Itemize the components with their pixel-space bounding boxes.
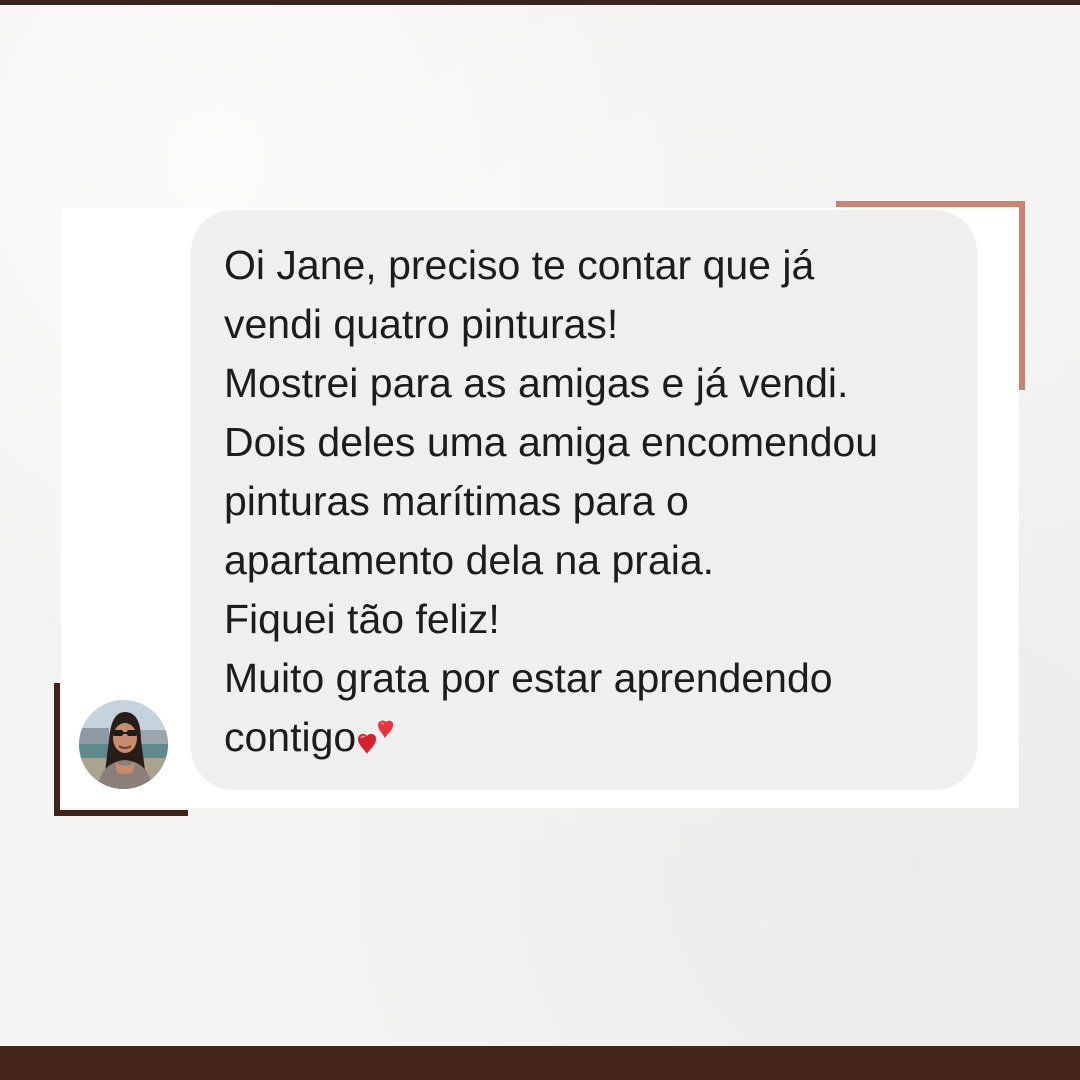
heart-icon — [356, 716, 402, 756]
sender-avatar[interactable] — [79, 700, 168, 789]
message-line-last: contigo — [224, 708, 947, 767]
avatar-photo — [79, 700, 168, 789]
message-line: pinturas marítimas para o — [224, 478, 689, 524]
message-bubble: Oi Jane, preciso te contar que já vendi … — [191, 210, 977, 790]
top-border-bar — [0, 0, 1080, 5]
message-line: Oi Jane, preciso te contar que já — [224, 242, 815, 288]
bottom-border-bar — [0, 1046, 1080, 1080]
message-line: Dois deles uma amiga encomendou — [224, 419, 879, 465]
message-line: Fiquei tão feliz! — [224, 596, 500, 642]
message-line: Mostrei para as amigas e já vendi. — [224, 360, 849, 406]
message-line: vendi quatro pinturas! — [224, 301, 619, 347]
message-line: apartamento dela na praia. — [224, 537, 715, 583]
message-line-text: contigo — [224, 714, 357, 760]
message-line: Muito grata por estar aprendendo — [224, 655, 833, 701]
